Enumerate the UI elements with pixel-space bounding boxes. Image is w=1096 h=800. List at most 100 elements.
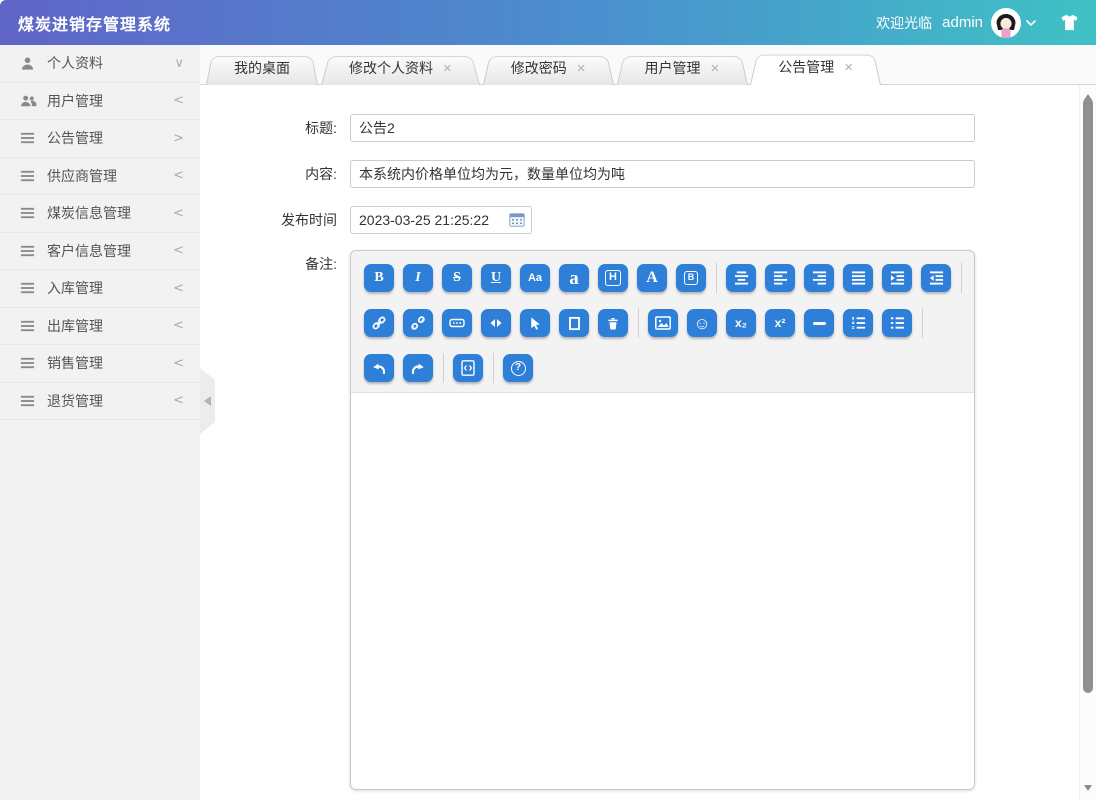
app-title: 煤炭进销存管理系统 bbox=[18, 11, 171, 35]
tab-2[interactable]: 修改密码× bbox=[483, 53, 614, 84]
user-icon bbox=[20, 56, 37, 71]
font-size-button[interactable]: Aa bbox=[520, 264, 550, 292]
hr-button[interactable] bbox=[804, 309, 834, 337]
unlink-icon bbox=[410, 315, 426, 331]
users-icon bbox=[20, 94, 37, 108]
bold-icon: B bbox=[374, 271, 383, 285]
redo-button[interactable] bbox=[403, 354, 433, 382]
theme-tshirt-icon[interactable] bbox=[1059, 13, 1080, 32]
title-input[interactable] bbox=[350, 114, 975, 142]
font-size-icon: Aa bbox=[528, 273, 542, 284]
editor-content-area[interactable] bbox=[351, 393, 974, 789]
tab-bar: 我的桌面修改个人资料×修改密码×用户管理×公告管理× bbox=[200, 45, 1096, 85]
tab-1[interactable]: 修改个人资料× bbox=[321, 53, 480, 84]
italic-icon: I bbox=[415, 271, 420, 285]
chevron-left-icon: < bbox=[173, 356, 184, 371]
tab-0[interactable]: 我的桌面 bbox=[206, 53, 318, 84]
font-family-icon: a bbox=[569, 269, 579, 288]
chevron-left-icon: < bbox=[173, 206, 184, 221]
toolbar-separator bbox=[961, 263, 962, 293]
strike-button[interactable]: S bbox=[442, 264, 472, 292]
help-icon: ? bbox=[511, 361, 526, 376]
chevron-right-icon: > bbox=[173, 131, 184, 146]
font-family-button[interactable]: a bbox=[559, 264, 589, 292]
kbd-button[interactable] bbox=[442, 309, 472, 337]
trash-button[interactable] bbox=[598, 309, 628, 337]
sidebar-item-5[interactable]: 客户信息管理< bbox=[0, 233, 200, 271]
image-button[interactable] bbox=[648, 309, 678, 337]
vertical-scrollbar bbox=[1079, 85, 1096, 800]
font-color-button[interactable]: A bbox=[637, 264, 667, 292]
code-view-button[interactable] bbox=[453, 354, 483, 382]
sidebar-item-3[interactable]: 供应商管理< bbox=[0, 158, 200, 196]
sidebar-item-label: 退货管理 bbox=[47, 391, 173, 411]
chevron-down-icon: ∨ bbox=[174, 56, 184, 71]
justify-icon bbox=[851, 271, 866, 285]
emoji-button[interactable]: ☺ bbox=[687, 309, 717, 337]
main-area: 我的桌面修改个人资料×修改密码×用户管理×公告管理× 标题: 内容: 发布时间 bbox=[200, 45, 1096, 800]
avatar[interactable] bbox=[991, 8, 1021, 38]
app-header: 煤炭进销存管理系统 欢迎光临 admin bbox=[0, 0, 1096, 45]
toolbar-row: BISUAaaHAB bbox=[364, 263, 968, 293]
bg-color-button[interactable]: B bbox=[676, 264, 706, 292]
outdent-icon bbox=[929, 271, 944, 285]
subscript-icon: x₂ bbox=[735, 317, 747, 329]
undo-button[interactable] bbox=[364, 354, 394, 382]
underline-button[interactable]: U bbox=[481, 264, 511, 292]
scroll-down-arrow-icon[interactable] bbox=[1084, 785, 1092, 795]
unlink-button[interactable] bbox=[403, 309, 433, 337]
close-icon[interactable]: × bbox=[577, 60, 586, 77]
emoji-icon: ☺ bbox=[693, 315, 710, 332]
sidebar-item-0[interactable]: 个人资料∨ bbox=[0, 45, 200, 83]
scrollbar-thumb[interactable] bbox=[1083, 98, 1093, 693]
content-label: 内容: bbox=[200, 160, 350, 188]
justify-button[interactable] bbox=[843, 264, 873, 292]
frame-icon bbox=[567, 316, 582, 331]
close-icon[interactable]: × bbox=[844, 59, 853, 76]
align-left-button[interactable] bbox=[765, 264, 795, 292]
chevron-left-icon: < bbox=[173, 93, 184, 108]
content-input[interactable] bbox=[350, 160, 975, 188]
welcome-text: 欢迎光临 bbox=[876, 13, 932, 33]
link-button[interactable] bbox=[364, 309, 394, 337]
bold-button[interactable]: B bbox=[364, 264, 394, 292]
content-row: 内容: bbox=[200, 160, 975, 188]
sidebar-item-8[interactable]: 销售管理< bbox=[0, 345, 200, 383]
sidebar-item-6[interactable]: 入库管理< bbox=[0, 270, 200, 308]
strike-icon: S bbox=[453, 271, 461, 285]
heading-button[interactable]: H bbox=[598, 264, 628, 292]
cursor-button[interactable] bbox=[520, 309, 550, 337]
align-center-button[interactable] bbox=[726, 264, 756, 292]
sidebar-item-1[interactable]: 用户管理< bbox=[0, 83, 200, 121]
sidebar-item-9[interactable]: 退货管理< bbox=[0, 383, 200, 421]
sidebar-item-7[interactable]: 出库管理< bbox=[0, 308, 200, 346]
header-user-area: 欢迎光临 admin bbox=[876, 8, 1080, 38]
menu-icon bbox=[20, 207, 37, 219]
tab-label: 用户管理 bbox=[645, 60, 701, 76]
calendar-icon[interactable] bbox=[509, 212, 525, 232]
code-button[interactable] bbox=[481, 309, 511, 337]
indent-button[interactable] bbox=[882, 264, 912, 292]
sidebar-item-label: 客户信息管理 bbox=[47, 241, 173, 261]
align-center-icon bbox=[734, 271, 749, 285]
ordered-list-button[interactable] bbox=[843, 309, 873, 337]
sidebar-item-4[interactable]: 煤炭信息管理< bbox=[0, 195, 200, 233]
sidebar-item-2[interactable]: 公告管理> bbox=[0, 120, 200, 158]
italic-button[interactable]: I bbox=[403, 264, 433, 292]
superscript-button[interactable]: x² bbox=[765, 309, 795, 337]
unordered-list-button[interactable] bbox=[882, 309, 912, 337]
tab-3[interactable]: 用户管理 × bbox=[617, 53, 748, 84]
close-icon[interactable]: × bbox=[443, 60, 452, 77]
tab-4[interactable]: 公告管理× bbox=[750, 51, 881, 84]
close-icon[interactable]: × bbox=[711, 60, 720, 77]
publish-time-input[interactable] bbox=[350, 206, 532, 234]
help-button[interactable]: ? bbox=[503, 354, 533, 382]
align-right-button[interactable] bbox=[804, 264, 834, 292]
unordered-list-icon bbox=[890, 316, 905, 330]
subscript-button[interactable]: x₂ bbox=[726, 309, 756, 337]
chevron-down-icon[interactable] bbox=[1025, 19, 1037, 27]
outdent-button[interactable] bbox=[921, 264, 951, 292]
editor-toolbar: BISUAaaHAB☺x₂x²? bbox=[351, 251, 974, 393]
hr-icon bbox=[813, 322, 826, 325]
frame-button[interactable] bbox=[559, 309, 589, 337]
